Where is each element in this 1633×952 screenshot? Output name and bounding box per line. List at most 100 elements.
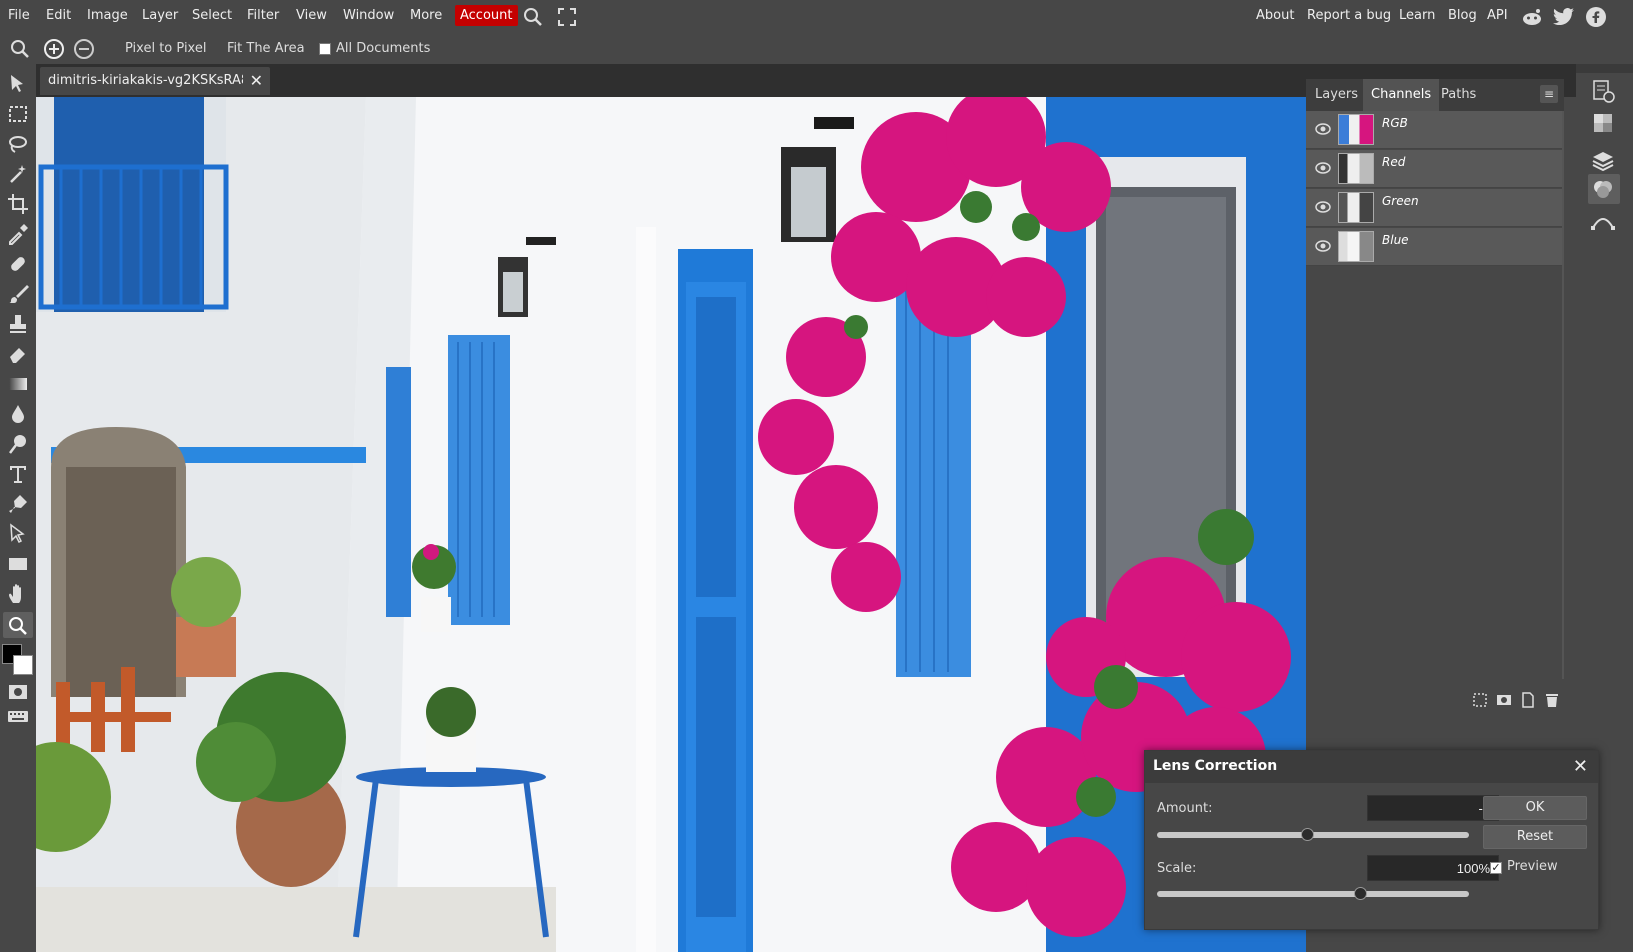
amount-slider[interactable] xyxy=(1157,828,1469,841)
preview-checkbox[interactable]: ✓ xyxy=(1490,862,1502,874)
eye-icon[interactable] xyxy=(1315,161,1331,175)
menu-report-bug[interactable]: Report a bug xyxy=(1307,8,1391,23)
menu-account[interactable]: Account xyxy=(455,5,518,26)
amount-label: Amount: xyxy=(1157,801,1213,816)
pixel-to-pixel-button[interactable]: Pixel to Pixel xyxy=(125,41,206,56)
dialog-title[interactable]: Lens Correction xyxy=(1145,751,1598,783)
options-bar: Pixel to Pixel Fit The Area All Document… xyxy=(0,34,1633,63)
image-canvas[interactable] xyxy=(36,97,1306,952)
amount-input[interactable] xyxy=(1367,795,1499,821)
scale-slider-handle[interactable] xyxy=(1354,887,1367,900)
tab-layers[interactable]: Layers xyxy=(1315,87,1358,102)
all-documents-label: All Documents xyxy=(336,41,431,56)
marquee-tool-icon[interactable] xyxy=(7,103,29,125)
menu-file[interactable]: File xyxy=(8,8,30,23)
tab-channels[interactable]: Channels xyxy=(1363,79,1440,111)
background-color-swatch[interactable] xyxy=(13,655,33,675)
hand-tool-icon[interactable] xyxy=(7,583,29,605)
menu-layer[interactable]: Layer xyxy=(142,8,178,23)
channel-thumbnail xyxy=(1338,153,1374,184)
zoom-tool-button[interactable] xyxy=(3,612,33,638)
fullscreen-icon[interactable] xyxy=(558,8,576,26)
gradient-tool-icon[interactable] xyxy=(7,373,29,395)
scale-input[interactable] xyxy=(1367,855,1499,881)
layers-icon[interactable] xyxy=(1590,148,1616,174)
fit-area-button[interactable]: Fit The Area xyxy=(227,41,305,56)
menu-filter[interactable]: Filter xyxy=(247,8,279,23)
mask-icon[interactable] xyxy=(1496,692,1512,708)
healing-brush-icon[interactable] xyxy=(7,253,29,275)
eye-icon[interactable] xyxy=(1315,200,1331,214)
panel-footer xyxy=(1306,687,1564,713)
scale-slider[interactable] xyxy=(1157,887,1469,900)
menu-api[interactable]: API xyxy=(1487,8,1508,23)
zoom-out-icon[interactable] xyxy=(73,38,95,60)
channel-row-rgb[interactable]: RGB xyxy=(1306,111,1562,149)
crop-tool-icon[interactable] xyxy=(7,193,29,215)
trash-icon[interactable] xyxy=(1544,692,1560,708)
selection-icon[interactable] xyxy=(1472,692,1488,708)
lasso-tool-icon[interactable] xyxy=(7,133,29,155)
menu-more[interactable]: More xyxy=(410,8,442,23)
pen-tool-icon[interactable] xyxy=(7,493,29,515)
history-icon[interactable] xyxy=(1590,78,1616,104)
zoom-tool-icon xyxy=(11,40,29,58)
document-tab-name: dimitris-kiriakakis-vg2KSKsRA8c xyxy=(48,73,243,88)
search-icon[interactable] xyxy=(523,7,543,27)
menu-about[interactable]: About xyxy=(1256,8,1294,23)
brush-tool-icon[interactable] xyxy=(7,283,29,305)
zoom-tool-icon xyxy=(9,617,27,635)
photo xyxy=(36,97,1306,952)
rectangle-tool-icon[interactable] xyxy=(7,553,29,575)
zoom-in-icon[interactable] xyxy=(43,38,65,60)
eyedropper-icon[interactable] xyxy=(7,223,29,245)
ok-button[interactable]: OK xyxy=(1483,796,1587,820)
quick-mask-icon[interactable] xyxy=(7,681,29,703)
swatches-icon[interactable] xyxy=(1590,110,1616,136)
tab-paths[interactable]: Paths xyxy=(1441,87,1476,102)
menu-image[interactable]: Image xyxy=(87,8,128,23)
close-tab-icon[interactable]: ✕ xyxy=(250,71,263,90)
channel-label: Green xyxy=(1382,194,1419,208)
eye-icon[interactable] xyxy=(1315,122,1331,136)
channel-label: Red xyxy=(1382,155,1406,169)
document-tab[interactable]: dimitris-kiriakakis-vg2KSKsRA8c ✕ xyxy=(40,67,270,95)
channel-label: Blue xyxy=(1382,233,1409,247)
eraser-tool-icon[interactable] xyxy=(7,343,29,365)
menu-window[interactable]: Window xyxy=(343,8,394,23)
scale-label: Scale: xyxy=(1157,861,1197,876)
magic-wand-icon[interactable] xyxy=(7,163,29,185)
channel-row-red[interactable]: Red xyxy=(1306,150,1562,188)
eye-icon[interactable] xyxy=(1315,239,1331,253)
lens-correction-dialog: Lens Correction ✕ Amount: OK Reset Scale… xyxy=(1144,750,1599,930)
paths-icon[interactable] xyxy=(1590,208,1616,234)
facebook-icon[interactable] xyxy=(1586,7,1606,27)
channel-row-green[interactable]: Green xyxy=(1306,189,1562,227)
menu-blog[interactable]: Blog xyxy=(1448,8,1477,23)
menu-select[interactable]: Select xyxy=(192,8,232,23)
panel-menu-icon[interactable]: ≡ xyxy=(1540,85,1558,103)
channel-thumbnail xyxy=(1338,114,1374,145)
dodge-tool-icon[interactable] xyxy=(7,433,29,455)
new-channel-icon[interactable] xyxy=(1520,692,1536,708)
keyboard-icon[interactable] xyxy=(7,705,29,727)
type-tool-icon[interactable] xyxy=(7,463,29,485)
menu-bar: File Edit Image Layer Select Filter View… xyxy=(0,0,1633,34)
menu-edit[interactable]: Edit xyxy=(46,8,71,23)
channels-icon[interactable] xyxy=(1590,176,1616,202)
amount-slider-handle[interactable] xyxy=(1301,828,1314,841)
reddit-icon[interactable] xyxy=(1521,7,1543,27)
blur-tool-icon[interactable] xyxy=(7,403,29,425)
close-icon[interactable]: ✕ xyxy=(1573,756,1588,777)
channel-row-blue[interactable]: Blue xyxy=(1306,228,1562,266)
move-tool-icon[interactable] xyxy=(7,73,29,95)
reset-button[interactable]: Reset xyxy=(1483,825,1587,849)
clone-stamp-icon[interactable] xyxy=(7,313,29,335)
panel-scrollbar[interactable] xyxy=(1562,111,1564,679)
path-select-icon[interactable] xyxy=(7,523,29,545)
all-documents-checkbox[interactable] xyxy=(319,43,331,55)
channels-panel: Layers Channels Paths ≡ RGB Red Green Bl… xyxy=(1306,79,1564,713)
menu-view[interactable]: View xyxy=(296,8,327,23)
twitter-icon[interactable] xyxy=(1553,8,1575,26)
menu-learn[interactable]: Learn xyxy=(1399,8,1435,23)
